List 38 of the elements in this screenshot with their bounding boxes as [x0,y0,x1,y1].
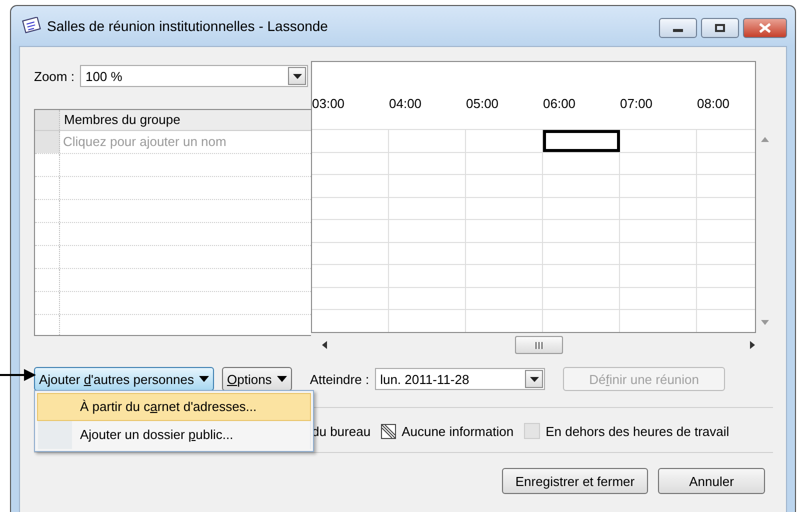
minimize-button[interactable] [659,18,697,38]
scroll-left-icon[interactable] [322,341,327,349]
zoom-label: Zoom : [34,68,74,84]
maximize-icon [715,24,725,32]
cancel-button[interactable]: Annuler [658,468,765,494]
hour-label: 05:00 [466,96,500,111]
hour-label: 03:00 [312,96,346,111]
row-header-cell [35,131,60,153]
close-button[interactable] [743,18,787,38]
hour-label: 07:00 [620,96,654,111]
window-title: Salles de réunion institutionnelles - Lassonde [47,18,329,34]
scroll-thumb[interactable] [514,336,562,354]
save-close-button[interactable]: Enregistrer et fermer [502,468,648,494]
no-information-swatch-icon [380,424,396,438]
pointer-arrow [0,368,36,382]
scroll-right-icon[interactable] [750,341,755,349]
options-button[interactable]: Options [222,367,292,391]
hour-label: 06:00 [543,96,577,111]
grip-icon [534,342,544,348]
add-people-button[interactable]: Ajouter d'autres personnes [34,367,214,391]
date-dropdown[interactable]: lun. 2011-11-28 [375,368,546,390]
outside-hours-swatch-icon [524,423,540,439]
calendar-icon [21,17,41,35]
menu-item[interactable]: Ajouter un dossier public... [37,421,311,449]
maximize-button[interactable] [701,18,739,38]
hour-label: 04:00 [389,96,423,111]
row-header-cell [35,110,60,130]
menu-item[interactable]: À partir du carnet d'adresses... [37,393,311,421]
legend-label: En dehors des heures de travail [546,424,730,438]
column-header: Membres du groupe [60,110,311,130]
current-time-cell[interactable] [543,130,620,152]
caret-icon [276,376,287,382]
zoom-dropdown[interactable]: 100 % [80,65,308,87]
goto-label: Atteindre : [310,372,370,386]
hour-label: 08:00 [697,96,731,111]
legend-label: Aucune information [402,424,514,438]
close-icon [759,23,771,33]
caret-icon [198,376,209,382]
